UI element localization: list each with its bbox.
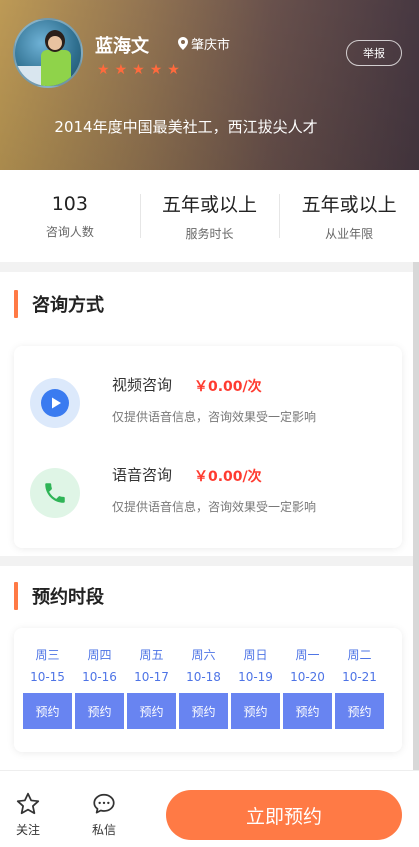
rating-stars: ★ ★ ★ ★ ★ (97, 63, 180, 77)
book-slot-button[interactable]: 预约 (283, 693, 332, 729)
schedule-day: 周六 10-18 预约 (179, 644, 228, 729)
day-date: 10-15 (30, 670, 65, 684)
follow-label: 关注 (15, 823, 40, 837)
star-outline-icon (16, 792, 40, 815)
accent-bar (14, 290, 18, 318)
consult-methods-card: 视频咨询 ￥0.00/次 仅提供语音信息，咨询效果受一定影响 语音咨询 ￥0.0… (14, 346, 402, 548)
message-label: 私信 (91, 823, 116, 837)
day-week: 周三 (35, 648, 60, 662)
phone-icon (30, 468, 80, 518)
schedule-day: 周四 10-16 预约 (75, 644, 124, 729)
day-date: 10-16 (82, 670, 117, 684)
counselor-name: 蓝海文 (95, 36, 149, 57)
method-desc: 仅提供语音信息，咨询效果受一定影响 (112, 410, 317, 424)
stat-label: 从业年限 (325, 227, 374, 241)
schedule-section-title: 预约时段 (14, 582, 104, 610)
stat-label: 咨询人数 (45, 224, 94, 239)
book-now-button[interactable]: 立即预约 (166, 790, 402, 840)
chat-bubble-icon (93, 793, 115, 814)
method-name: 语音咨询 (112, 466, 173, 484)
stat-value: 103 (51, 192, 88, 215)
book-slot-button[interactable]: 预约 (231, 693, 280, 729)
day-week: 周二 (347, 648, 372, 662)
day-week: 周一 (295, 648, 320, 662)
day-date: 10-21 (342, 670, 377, 684)
report-button[interactable]: 举报 (346, 40, 402, 66)
follow-button[interactable]: 关注 (8, 791, 48, 838)
scrollbar[interactable] (413, 262, 419, 770)
method-name: 视频咨询 (112, 376, 173, 394)
star-icon: ★ (149, 62, 163, 78)
star-icon: ★ (97, 62, 110, 78)
schedule-day: 周五 10-17 预约 (127, 644, 176, 729)
method-voice[interactable]: 语音咨询 ￥0.00/次 仅提供语音信息，咨询效果受一定影响 (14, 458, 402, 528)
stat-consult-count: 103 咨询人数 (0, 170, 140, 262)
accent-bar (14, 582, 18, 610)
method-price: ￥0.00/次 (194, 379, 262, 395)
profile-header: 蓝海文 肇庆市 ★ ★ ★ ★ ★ 举报 2014年度中国最美社工，西江拔尖人才 (0, 0, 419, 170)
section-title-text: 预约时段 (32, 587, 104, 608)
method-price: ￥0.00/次 (194, 469, 262, 485)
day-week: 周日 (243, 648, 268, 662)
stat-value: 五年或以上 (162, 194, 258, 216)
location-text: 肇庆市 (191, 38, 231, 53)
stat-label: 服务时长 (185, 227, 234, 241)
day-week: 周五 (139, 648, 164, 662)
stats-panel: 103 咨询人数 五年或以上 服务时长 五年或以上 从业年限 (0, 170, 419, 262)
bottom-action-bar: 关注 私信 立即预约 (0, 770, 419, 847)
day-week: 周四 (87, 648, 112, 662)
stat-value: 五年或以上 (301, 194, 397, 216)
stat-service-duration: 五年或以上 服务时长 (139, 170, 280, 262)
section-title-text: 咨询方式 (32, 295, 104, 316)
book-slot-button[interactable]: 预约 (23, 693, 72, 729)
day-date: 10-20 (290, 670, 325, 684)
schedule-day: 周三 10-15 预约 (23, 644, 72, 729)
day-date: 10-18 (186, 670, 221, 684)
video-icon (30, 378, 80, 428)
star-icon: ★ (114, 62, 128, 78)
schedule-day: 周一 10-20 预约 (283, 644, 332, 729)
day-week: 周六 (191, 648, 216, 662)
method-video[interactable]: 视频咨询 ￥0.00/次 仅提供语音信息，咨询效果受一定影响 (14, 368, 402, 438)
schedule-day: 周日 10-19 预约 (231, 644, 280, 729)
stat-experience-years: 五年或以上 从业年限 (279, 170, 419, 262)
book-slot-button[interactable]: 预约 (179, 693, 228, 729)
day-date: 10-17 (134, 670, 169, 684)
book-slot-button[interactable]: 预约 (75, 693, 124, 729)
method-desc: 仅提供语音信息，咨询效果受一定影响 (112, 500, 317, 514)
location-pin-icon (178, 37, 188, 50)
book-slot-button[interactable]: 预约 (335, 693, 384, 729)
day-date: 10-19 (238, 670, 273, 684)
message-button[interactable]: 私信 (84, 791, 124, 838)
tagline: 2014年度中国最美社工，西江拔尖人才 (54, 118, 318, 136)
book-slot-button[interactable]: 预约 (127, 693, 176, 729)
schedule-day: 周二 10-21 预约 (335, 644, 384, 729)
star-icon: ★ (132, 62, 145, 78)
consult-section-title: 咨询方式 (14, 290, 104, 318)
location: 肇庆市 (178, 34, 230, 53)
schedule-card: 周三 10-15 预约 周四 10-16 预约 周五 10-17 预约 周六 1… (14, 628, 402, 752)
avatar[interactable] (13, 18, 83, 88)
star-icon: ★ (167, 62, 180, 78)
schedule-days: 周三 10-15 预约 周四 10-16 预约 周五 10-17 预约 周六 1… (14, 644, 402, 729)
